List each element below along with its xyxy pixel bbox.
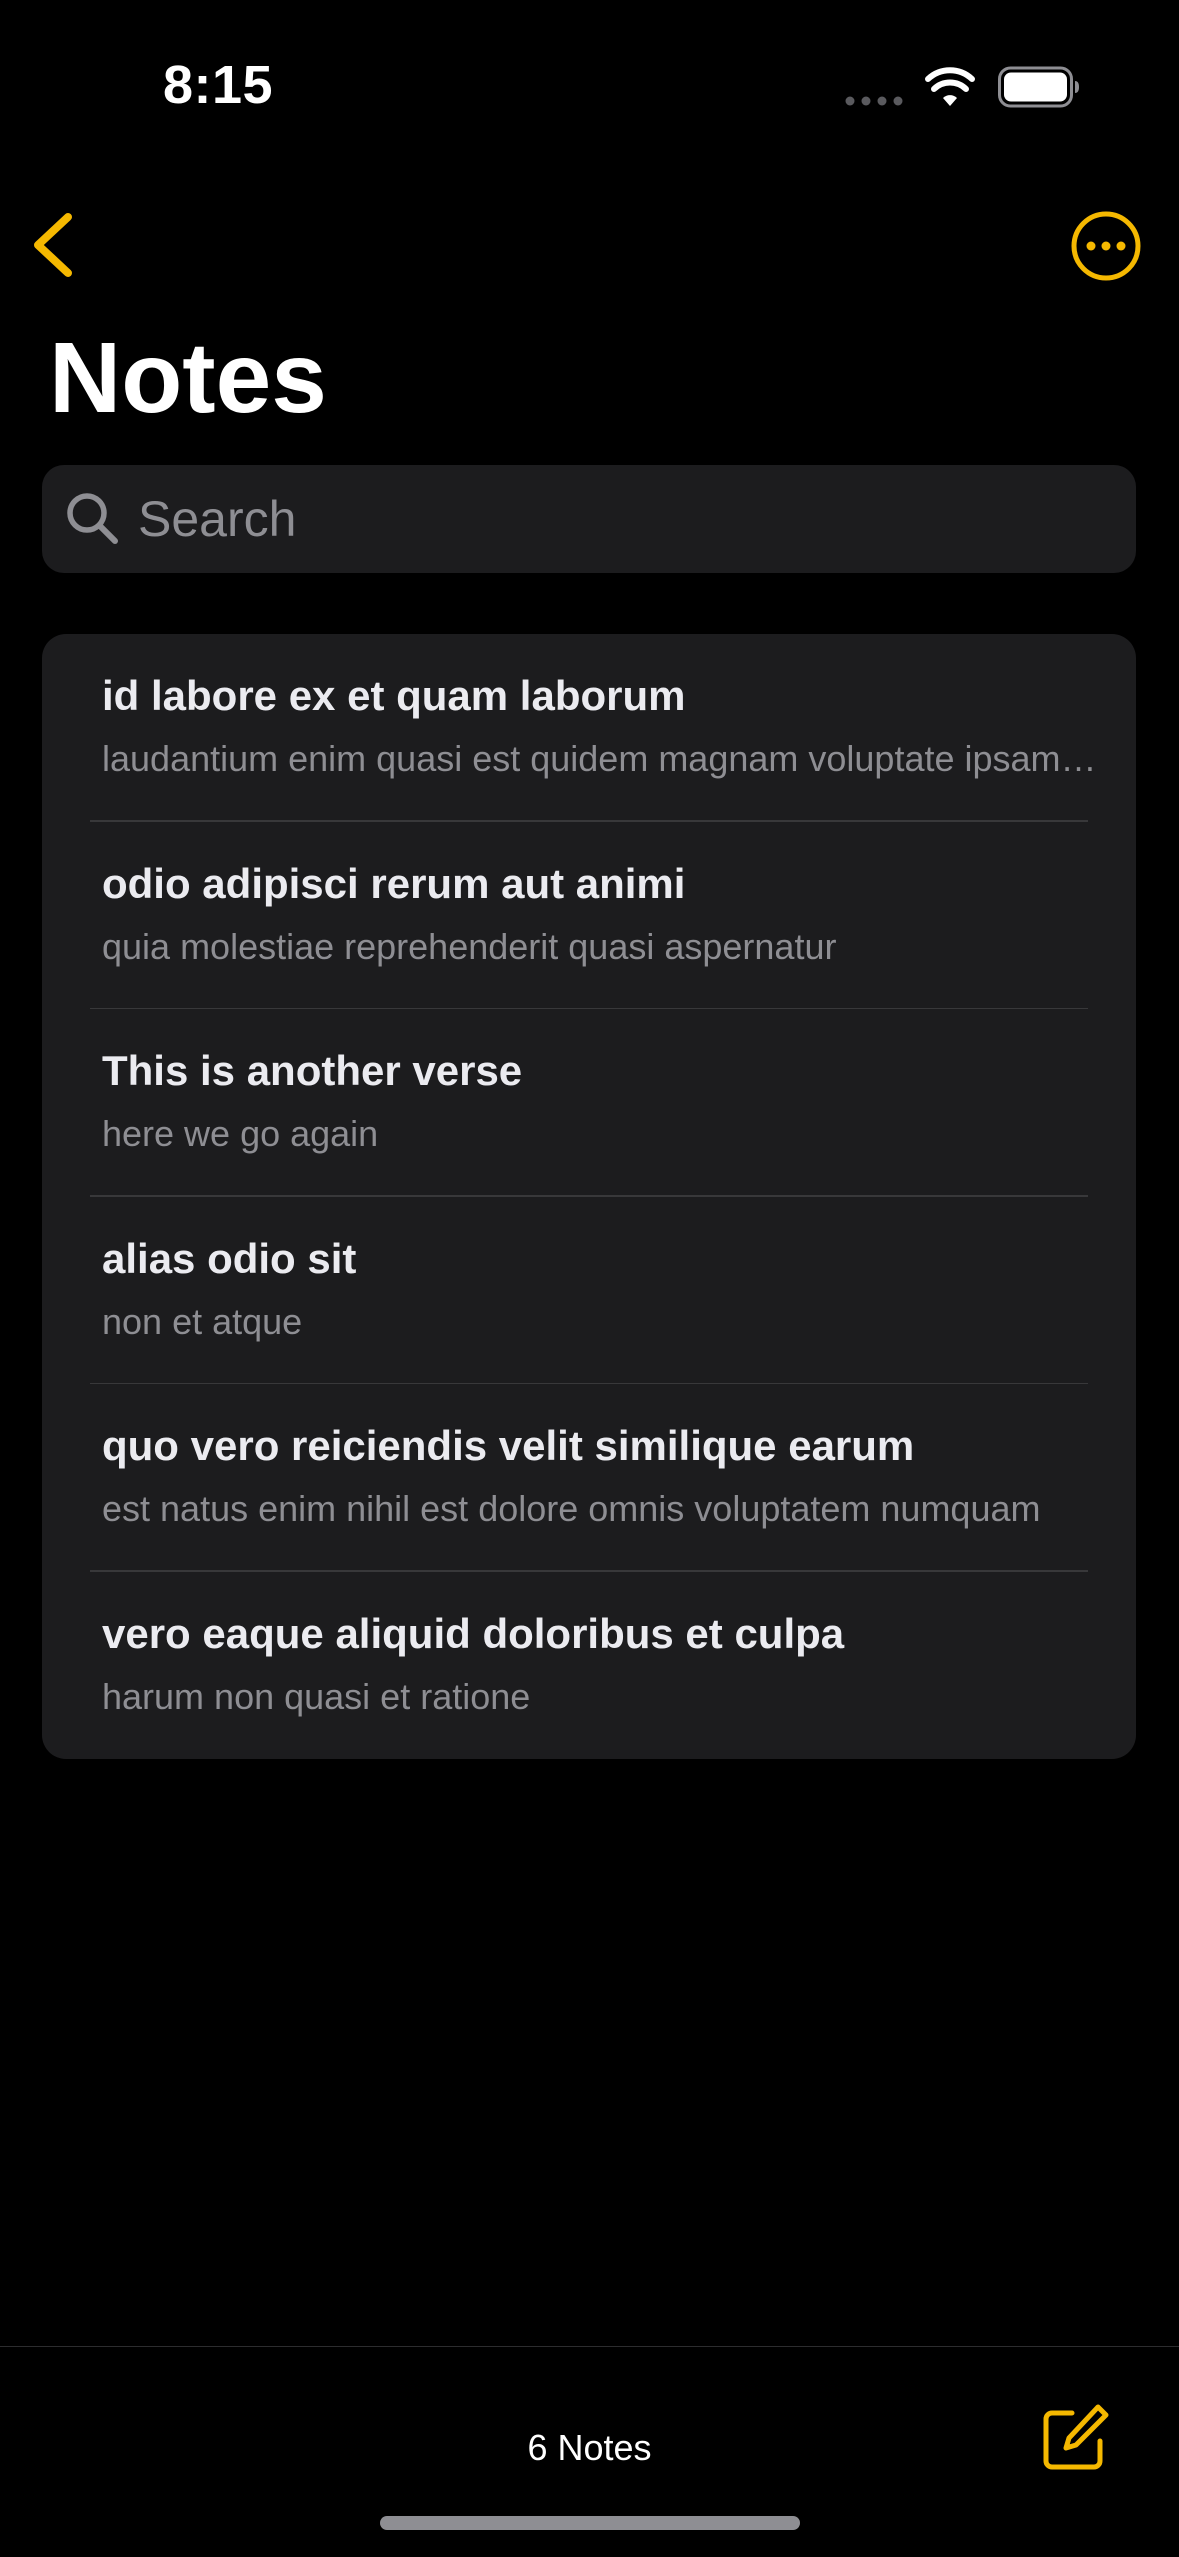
note-title: quo vero reiciendis velit similique earu… [102, 1422, 915, 1469]
note-preview: harum non quasi et ratione [102, 1675, 531, 1717]
note-preview: non et atque [102, 1300, 303, 1342]
battery-icon [998, 66, 1079, 108]
note-row[interactable]: odio adipisci rerum aut animi quia moles… [42, 822, 1136, 1010]
note-row[interactable]: alias odio sit non et atque [42, 1197, 1136, 1385]
notes-list: id labore ex et quam laborum laudantium … [42, 634, 1136, 1759]
wifi-icon [925, 67, 975, 106]
status-time: 8:15 [163, 55, 274, 115]
page-title: Notes [49, 322, 327, 434]
back-button[interactable] [24, 205, 84, 285]
home-indicator [380, 2516, 800, 2530]
note-preview: laudantium enim quasi est quidem magnam … [102, 738, 1102, 779]
search-bar[interactable] [42, 465, 1136, 573]
note-preview: here we go again [102, 1113, 379, 1154]
note-row[interactable]: quo vero reiciendis velit similique earu… [42, 1384, 1136, 1572]
note-title: id labore ex et quam laborum [102, 672, 686, 719]
note-title: odio adipisci rerum aut animi [102, 859, 686, 907]
status-bar: 8:15 [0, 0, 1179, 150]
more-options-button[interactable] [1068, 208, 1144, 284]
note-row[interactable]: vero eaque aliquid doloribus et culpa ha… [42, 1572, 1136, 1760]
note-title: vero eaque aliquid doloribus et culpa [102, 1609, 845, 1657]
cellular-signal-icon [845, 96, 903, 106]
notes-count-label: 6 Notes [527, 2427, 652, 2468]
search-icon [67, 493, 118, 544]
note-row[interactable]: id labore ex et quam laborum laudantium … [42, 634, 1136, 822]
note-title: alias odio sit [102, 1234, 357, 1282]
ellipsis-circle-icon [1071, 211, 1141, 281]
note-row[interactable]: This is another verse here we go again [42, 1009, 1136, 1197]
note-title: This is another verse [102, 1047, 523, 1094]
new-note-button[interactable] [1040, 2403, 1110, 2473]
search-input[interactable] [138, 490, 1038, 548]
note-preview: quia molestiae reprehenderit quasi asper… [102, 925, 837, 967]
chevron-left-icon [34, 213, 72, 277]
square-pencil-icon [1043, 2404, 1109, 2470]
note-preview: est natus enim nihil est dolore omnis vo… [102, 1488, 1041, 1529]
